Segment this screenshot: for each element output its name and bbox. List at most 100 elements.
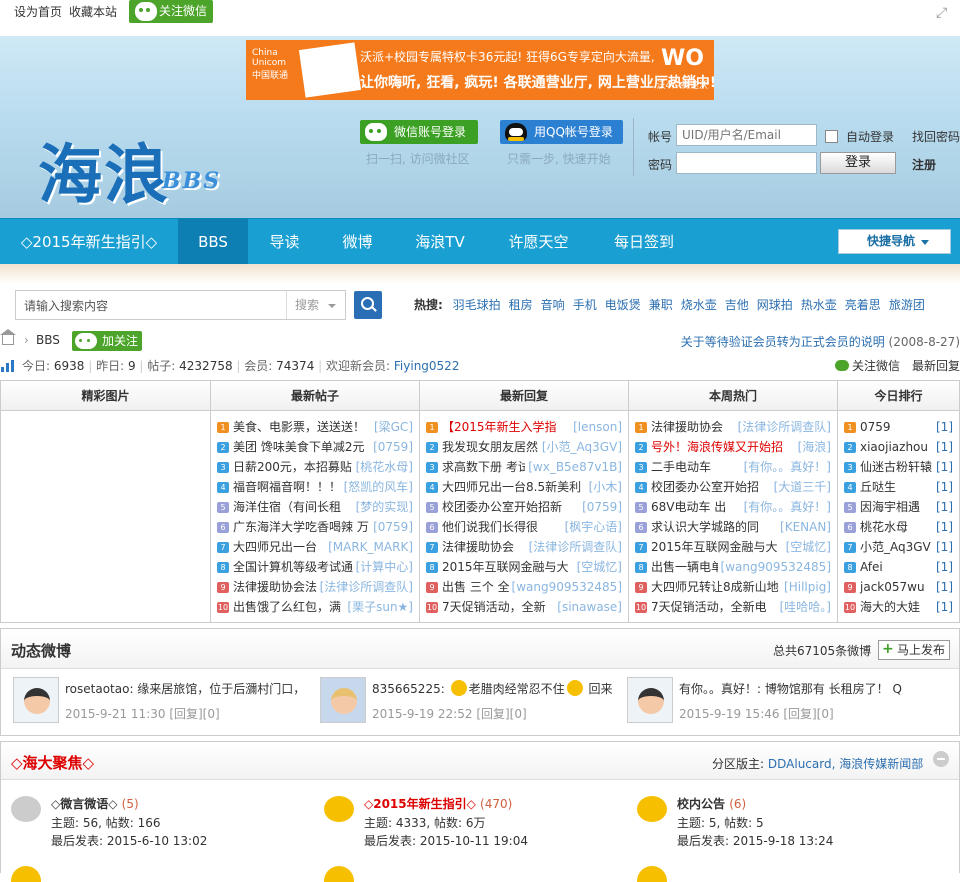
list-item[interactable]: 6 桃花水母 [1] [838, 517, 959, 537]
list-item[interactable]: 3 二手电动车 [有你。。真好！] [629, 457, 837, 477]
list-item[interactable]: 8 全国计算机等级考试通 [计算中心] [211, 557, 419, 577]
set-home-link[interactable]: 设为首页 [14, 3, 62, 20]
hot-search-link[interactable]: 热水壶 [801, 298, 837, 312]
register-link[interactable]: 注册 [912, 156, 936, 173]
list-item[interactable]: 7 大四师兄出一台 [MARK_MARK] [211, 537, 419, 557]
auto-login-checkbox[interactable] [825, 130, 838, 143]
nav-item-checkin[interactable]: 每日签到 [591, 219, 697, 265]
list-item[interactable]: 1 【2015年新生入学指 [lenson] [420, 417, 628, 437]
nav-item-freshman-guide[interactable]: ◇2015年新生指引◇ [0, 219, 178, 265]
list-item[interactable]: 4 福音啊福音啊！！！ [怒凯的风车] [211, 477, 419, 497]
notice-link[interactable]: 关于等待验证会员转为正式会员的说明 (2008-8-27) [681, 333, 960, 350]
publish-weibo-button[interactable]: 马上发布 [878, 640, 950, 660]
list-item[interactable]: 10 海大的大娃 [1] [838, 597, 959, 617]
hot-search-link[interactable]: 兼职 [649, 298, 673, 312]
list-item[interactable]: 2 xiaojiazhou [1] [838, 437, 959, 457]
bookmark-link[interactable]: 收藏本站 [69, 3, 117, 20]
quick-nav-dropdown[interactable]: 快捷导航 [838, 229, 951, 254]
hot-search-link[interactable]: 烧水壶 [681, 298, 717, 312]
collapse-icon[interactable] [933, 751, 949, 767]
list-item[interactable]: 5 因海宇相遇 [1] [838, 497, 959, 517]
list-item[interactable]: 9 出售 三个 全 [wang909532485] [420, 577, 628, 597]
hot-search-link[interactable]: 电饭煲 [605, 298, 641, 312]
site-logo[interactable]: 海浪BBS [38, 124, 221, 216]
weibo-text[interactable]: 有你。。真好！: 博物馆那有 长租房了！ Q [679, 680, 902, 697]
hot-search-link[interactable]: 吉他 [725, 298, 749, 312]
nav-item-bbs[interactable]: BBS [178, 219, 248, 265]
hot-search-link[interactable]: 网球拍 [757, 298, 793, 312]
avatar[interactable] [13, 677, 59, 723]
hot-search-link[interactable]: 音响 [541, 298, 565, 312]
list-item[interactable]: 7 法律援助协会 [法律诊所调查队] [420, 537, 628, 557]
qq-login-button[interactable]: 用QQ帐号登录 [500, 120, 623, 144]
search-box[interactable]: 请输入搜索内容 搜索 [15, 290, 346, 320]
list-item[interactable]: 2 我发现女朋友居然 [小范_Aq3GV] [420, 437, 628, 457]
ad-banner[interactable]: China Unicom 中国联通 沃派+校园专属特权卡36元起! 狂得6G专享… [246, 40, 714, 100]
nav-item-weibo[interactable]: 微博 [321, 219, 394, 265]
newest-member-link[interactable]: Fiying0522 [394, 359, 460, 373]
list-item[interactable]: 3 仙迷古粉轩辕 [1] [838, 457, 959, 477]
nav-item-guide[interactable]: 导读 [248, 219, 321, 265]
list-item[interactable]: 6 求认识大学城路的同 [KENAN] [629, 517, 837, 537]
account-input[interactable] [676, 124, 817, 146]
list-item[interactable]: 3 求高数下册 考试 [wx_B5e87v1B] [420, 457, 628, 477]
home-icon[interactable] [0, 329, 16, 345]
hot-search-link[interactable]: 亮着思 [845, 298, 881, 312]
list-item[interactable]: 1 美食、电影票，送送送！ [梁GC] [211, 417, 419, 437]
list-item[interactable]: 8 2015年互联网金融与大 [空城忆] [420, 557, 628, 577]
thread-author: [MARK_MARK] [325, 537, 413, 557]
qq-login-label: 用QQ帐号登录 [534, 125, 613, 139]
list-item[interactable]: 2 号外！海浪传媒又开始招 [海浪] [629, 437, 837, 457]
forum-name[interactable]: 校内公告 (6) [677, 795, 746, 812]
expand-icon[interactable]: ⤢ [936, 6, 950, 20]
list-item[interactable]: 10 7天促销活动，全新电 [哇哈哈。] [629, 597, 837, 617]
list-item[interactable]: 9 法律援助协会法 [法律诊所调查队] [211, 577, 419, 597]
forum-name[interactable]: ◇2015年新生指引◇ (470) [364, 795, 512, 812]
hot-search-link[interactable]: 手机 [573, 298, 597, 312]
wechat-login-button[interactable]: 微信账号登录 [360, 120, 478, 144]
list-item[interactable]: 1 法律援助协会 [法律诊所调查队] [629, 417, 837, 437]
forgot-password-link[interactable]: 找回密码 [912, 128, 960, 145]
list-item[interactable]: 5 海洋住宿（有间长租 [梦的实现] [211, 497, 419, 517]
follow-wechat-button[interactable]: 关注微信 [129, 0, 213, 23]
weibo-text[interactable]: 835665225: 老腊肉经常忍不住 回来 [372, 680, 612, 697]
avatar[interactable] [627, 677, 673, 723]
breadcrumb-bbs[interactable]: BBS [36, 333, 60, 347]
list-item[interactable]: 9 大四师兄转让8成新山地 [Hillpig] [629, 577, 837, 597]
nav-item-tv[interactable]: 海浪TV [394, 219, 486, 265]
login-button[interactable]: 登录 [820, 152, 896, 174]
avatar[interactable] [320, 677, 366, 723]
password-input[interactable] [676, 152, 817, 174]
search-input[interactable]: 请输入搜索内容 [24, 297, 108, 314]
search-button[interactable] [354, 291, 382, 319]
hot-search-link[interactable]: 租房 [509, 298, 533, 312]
weibo-text[interactable]: rosetaotao: 缘来居旅馆，位于后瀰村门口， [65, 680, 305, 697]
list-item[interactable]: 3 日薪200元，本招募贴 [桃花水母] [211, 457, 419, 477]
moderators-links[interactable]: DDAlucard, 海浪传媒新闻部 [768, 757, 923, 771]
list-item[interactable]: 4 丘哒生 [1] [838, 477, 959, 497]
search-type-select[interactable]: 搜索 [286, 291, 346, 319]
list-item[interactable]: 2 美团 馋味美食下单减2元 [0759] [211, 437, 419, 457]
list-item[interactable]: 10 出售饿了么红包，满 [栗子sun★] [211, 597, 419, 617]
list-item[interactable]: 7 2015年互联网金融与大 [空城忆] [629, 537, 837, 557]
list-item[interactable]: 6 他们说我们长得很 [枫宇心语] [420, 517, 628, 537]
latest-reply-link[interactable]: 最新回复 [912, 359, 960, 373]
list-item[interactable]: 4 校团委办公室开始招 [大道三千] [629, 477, 837, 497]
list-item[interactable]: 4 大四师兄出一台8.5新美利 [小木] [420, 477, 628, 497]
list-item[interactable]: 10 7天促销活动，全新 [sinawase] [420, 597, 628, 617]
list-item[interactable]: 5 校团委办公室开始招新 [0759] [420, 497, 628, 517]
zone-title[interactable]: ◇海大聚焦◇ [11, 752, 94, 773]
list-item[interactable]: 8 Afei [1] [838, 557, 959, 577]
forum-name[interactable]: ◇微言微语◇ (5) [51, 795, 139, 812]
nav-item-wish[interactable]: 许愿天空 [486, 219, 591, 265]
follow-wechat-link[interactable]: 关注微信 [834, 359, 900, 373]
list-item[interactable]: 5 68V电动车 出 [有你。。真好！] [629, 497, 837, 517]
hot-search-link[interactable]: 羽毛球拍 [453, 298, 501, 312]
list-item[interactable]: 7 小范_Aq3GV [1] [838, 537, 959, 557]
list-item[interactable]: 9 jack057wu [1] [838, 577, 959, 597]
hot-search-link[interactable]: 旅游团 [889, 298, 925, 312]
list-item[interactable]: 1 0759 [1] [838, 417, 959, 437]
list-item[interactable]: 6 广东海洋大学吃香喝辣 万 [0759] [211, 517, 419, 537]
list-item[interactable]: 8 出售一辆电单车 [wang909532485] [629, 557, 837, 577]
add-follow-button[interactable]: 加关注 [72, 331, 142, 351]
